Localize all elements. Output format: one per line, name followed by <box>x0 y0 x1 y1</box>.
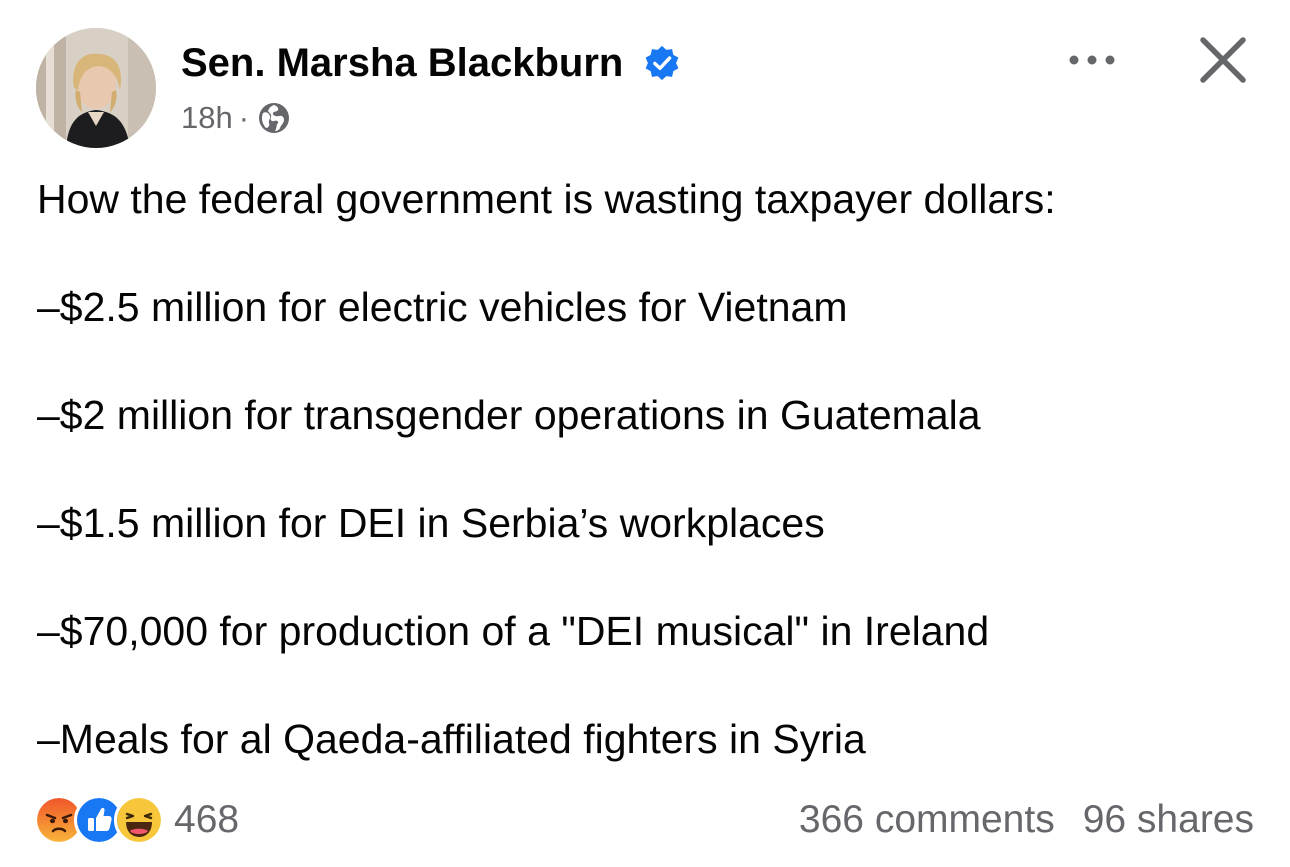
post-text-line: –$2 million for transgender operations i… <box>37 392 981 438</box>
post-body: How the federal government is wasting ta… <box>37 174 1267 822</box>
author-name[interactable]: Sen. Marsha Blackburn <box>181 38 681 88</box>
close-icon <box>1200 37 1246 83</box>
more-options-button[interactable] <box>1062 40 1122 80</box>
post-text-line: –$1.5 million for DEI in Serbia’s workpl… <box>37 500 825 546</box>
post-timestamp[interactable]: 18h <box>181 100 233 135</box>
comments-count-link[interactable]: 366 comments <box>799 798 1055 842</box>
reaction-count[interactable]: 468 <box>174 792 239 848</box>
post-footer: 468 366 comments 96 shares <box>34 792 1254 848</box>
meta-separator: · <box>238 100 250 135</box>
post-text-line: –$2.5 million for electric vehicles for … <box>37 284 848 330</box>
verified-badge-icon <box>643 44 681 82</box>
author-name-text[interactable]: Sen. Marsha Blackburn <box>181 41 623 85</box>
engagement-stats: 366 comments 96 shares <box>799 792 1254 848</box>
reactions-summary[interactable]: 468 <box>34 792 239 848</box>
post-text-line: How the federal government is wasting ta… <box>37 176 1056 222</box>
more-horizontal-icon <box>1069 55 1115 65</box>
avatar-photo <box>36 28 156 148</box>
author-avatar[interactable] <box>36 28 156 148</box>
post-text-line: –$70,000 for production of a "DEI musica… <box>37 608 990 654</box>
close-button[interactable] <box>1195 32 1251 88</box>
post-meta: 18h · <box>181 98 291 138</box>
shares-count-link[interactable]: 96 shares <box>1083 798 1254 842</box>
post-text-line: –Meals for al Qaeda-affiliated fighters … <box>37 716 866 762</box>
facebook-post: Sen. Marsha Blackburn 18h · How the feder <box>0 0 1290 867</box>
haha-reaction-icon <box>114 795 164 845</box>
globe-icon[interactable] <box>257 101 291 135</box>
